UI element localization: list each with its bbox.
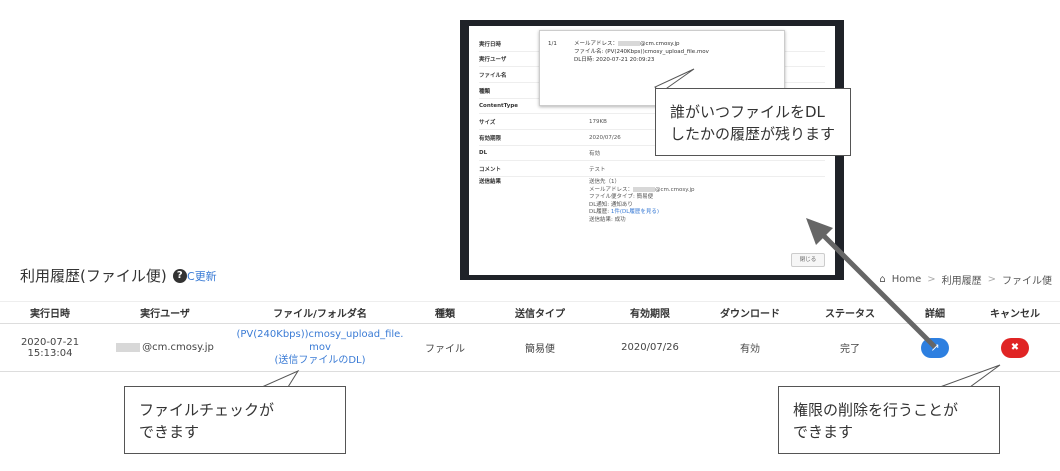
dl-history-link[interactable]: 1件(DL履歴を見る): [611, 209, 659, 215]
callout-text: できます: [793, 423, 854, 441]
result-line: メールアドレス： @cm.cmosy.jp: [589, 186, 695, 195]
modal-key: コメント: [479, 166, 502, 173]
masked-username: [633, 186, 656, 192]
popover-line: DL日時: 2020-07-21 20:09:23: [574, 57, 655, 63]
cell-send-type: 簡易便: [480, 323, 600, 372]
popover-line-domain: @cm.cmosy.jp: [640, 41, 680, 47]
callout-history: 誰がいつファイルをDL したかの履歴が残ります: [655, 88, 851, 156]
breadcrumb-current: ファイル便: [1002, 276, 1052, 287]
refresh-label: 更新: [194, 270, 217, 283]
file-name-line2: mov: [309, 342, 331, 353]
callout-cancel: 権限の削除を行うことが できます: [778, 386, 1000, 454]
page-title: 利用履歴(ファイル便) ?: [20, 265, 187, 286]
modal-value: 2020/07/26: [589, 134, 621, 141]
cell-datetime: 2020-07-21 15:13:04: [0, 323, 100, 372]
table-row: 2020-07-21 15:13:04 @cm.cmosy.jp (PV(240…: [0, 323, 1060, 372]
file-download-link[interactable]: (送信ファイルのDL): [237, 354, 404, 367]
modal-key: サイズ: [479, 119, 496, 126]
cell-file: (PV(240Kbps))cmosy_upload_file. mov (送信フ…: [230, 323, 410, 372]
result-line-label: DL履歴:: [589, 209, 611, 215]
col-send-type: 送信タイプ: [480, 301, 600, 324]
modal-key: 送信結果: [479, 179, 502, 185]
callout-text: ファイルチェックが: [139, 401, 275, 419]
masked-username: [618, 41, 641, 46]
popover-body: メールアドレス： @cm.cmosy.jp ファイル名: (PV(240Kbps)…: [574, 40, 709, 64]
cancel-button[interactable]: ✖: [1001, 337, 1029, 358]
cell-download: 有効: [700, 323, 800, 372]
popover-count: 1/1: [548, 41, 557, 47]
modal-value: 有効: [589, 151, 601, 157]
popover-line-label: メールアドレス：: [574, 41, 619, 47]
modal-key: DL: [479, 150, 488, 156]
page-title-text: 利用履歴(ファイル便): [20, 267, 167, 285]
cell-cancel: ✖: [970, 323, 1060, 372]
result-line: DL通知: 通知あり: [589, 201, 633, 208]
detail-button[interactable]: ↗: [921, 337, 949, 358]
send-result: 送信先（1） メールアドレス： @cm.cmosy.jp ファイル便タイプ: 簡易…: [589, 179, 695, 224]
file-name-line1: (PV(240Kbps))cmosy_upload_file.: [236, 329, 404, 340]
table-header-row: 実行日時 実行ユーザ ファイル/フォルダ名 種類 送信タイプ 有効期限 ダウンロ…: [0, 301, 1060, 324]
col-download: ダウンロード: [700, 301, 800, 324]
modal-value: テスト: [589, 166, 606, 173]
stage: 利用履歴(ファイル便) ? C更新 ⌂ Home > 利用履歴 > ファイル便 …: [0, 0, 1060, 471]
external-link-icon: ↗: [930, 340, 940, 354]
result-line: 送信結果: 成功: [589, 216, 626, 223]
cell-detail: ↗: [900, 323, 970, 372]
col-status: ステータス: [800, 301, 900, 324]
callout-text: できます: [139, 423, 200, 441]
col-file: ファイル/フォルダ名: [230, 301, 410, 324]
masked-username: [116, 342, 141, 352]
modal-value: 179KB: [589, 118, 607, 125]
cell-type: ファイル: [410, 323, 480, 372]
breadcrumb-separator: >: [927, 274, 936, 285]
callout-text: 権限の削除を行うことが: [793, 401, 959, 419]
col-detail: 詳細: [900, 301, 970, 324]
cell-user: @cm.cmosy.jp: [100, 323, 230, 372]
col-expiry: 有効期限: [600, 301, 700, 324]
breadcrumb-separator: >: [987, 274, 996, 285]
callout-text: したかの履歴が残ります: [670, 125, 836, 143]
col-datetime: 実行日時: [0, 301, 100, 324]
col-cancel: キャンセル: [970, 301, 1060, 324]
refresh-icon: C: [187, 270, 195, 283]
modal-row: コメント テスト: [479, 161, 825, 177]
result-line: ファイル便タイプ: 簡易便: [589, 194, 654, 200]
result-line: 送信先（1）: [589, 179, 620, 185]
cell-expiry: 2020/07/26: [600, 323, 700, 372]
result-line-domain: @cm.cmosy.jp: [655, 186, 695, 193]
callout-file-check: ファイルチェックが できます: [124, 386, 346, 454]
help-icon[interactable]: ?: [172, 268, 187, 283]
col-user: 実行ユーザ: [100, 301, 230, 324]
callout-pointer-file: [261, 369, 300, 388]
popover-line: メールアドレス： @cm.cmosy.jp: [574, 40, 709, 48]
breadcrumb-history[interactable]: 利用履歴: [942, 272, 982, 287]
refresh-link[interactable]: C更新: [187, 268, 217, 284]
cell-status: 完了: [800, 323, 900, 372]
history-table: 実行日時 実行ユーザ ファイル/フォルダ名 種類 送信タイプ 有効期限 ダウンロ…: [0, 301, 1060, 372]
breadcrumb-home[interactable]: Home: [892, 274, 922, 285]
user-domain: @cm.cmosy.jp: [142, 342, 214, 353]
modal-key: 有効期限: [479, 135, 502, 142]
breadcrumb: ⌂ Home > 利用履歴 > ファイル便: [879, 272, 1052, 287]
callout-text: 誰がいつファイルをDL: [670, 103, 825, 121]
result-line: DL履歴: 1件(DL履歴を見る): [589, 209, 695, 217]
result-line-label: メールアドレス：: [589, 186, 634, 193]
col-type: 種類: [410, 301, 480, 324]
modal-close-button[interactable]: 閉じる: [791, 253, 825, 267]
close-icon: ✖: [1010, 341, 1020, 353]
file-link[interactable]: (PV(240Kbps))cmosy_upload_file. mov (送信フ…: [237, 328, 404, 367]
popover-line: ファイル名: (PV(240Kbps))cmosy_upload_file.mo…: [574, 49, 709, 55]
home-icon: ⌂: [879, 274, 886, 285]
